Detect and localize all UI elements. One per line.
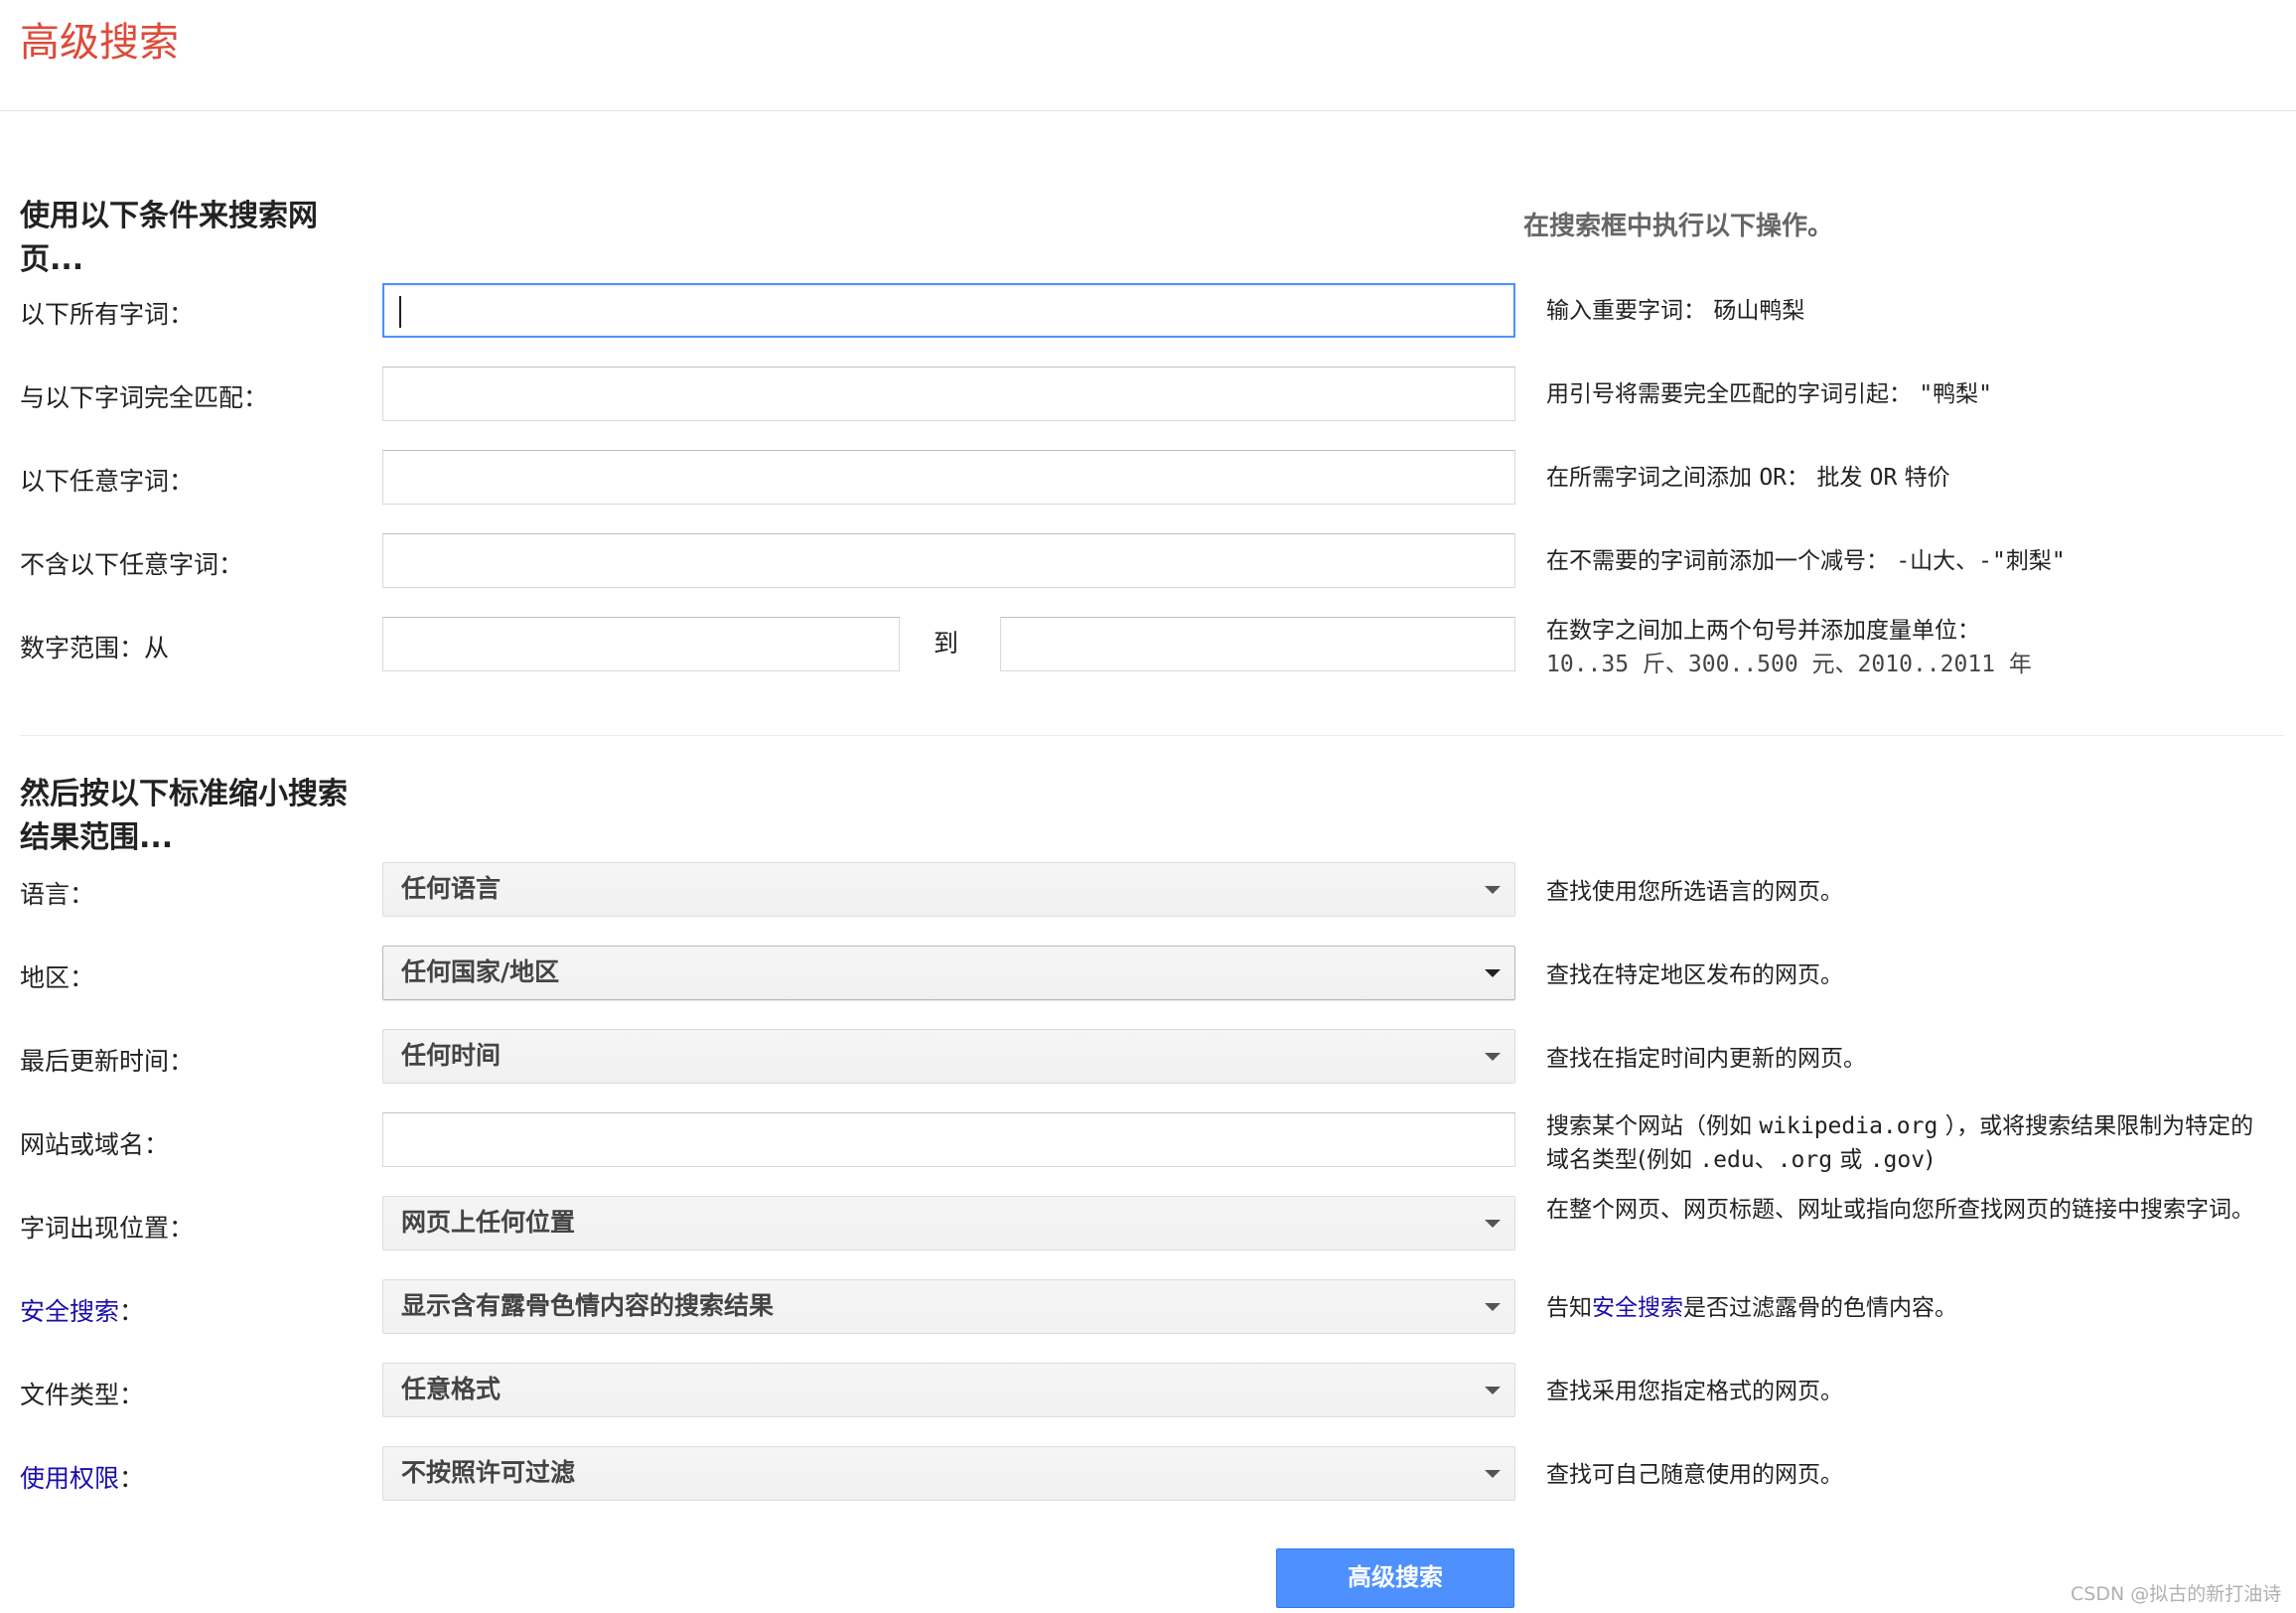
language-label: 语言： bbox=[20, 880, 95, 909]
safesearch-select[interactable]: 显示含有露骨色情内容的搜索结果 bbox=[382, 1279, 1515, 1334]
site-domain-hint-or: 或 bbox=[1839, 1147, 1863, 1173]
site-domain-hint-org: .org bbox=[1777, 1147, 1833, 1173]
any-words-label: 以下任意字词： bbox=[20, 467, 195, 496]
all-words-label: 以下所有字词： bbox=[20, 300, 195, 329]
site-domain-hint-gov: .gov bbox=[1869, 1147, 1926, 1173]
chevron-down-icon bbox=[1485, 969, 1501, 977]
exact-phrase-input[interactable] bbox=[382, 367, 1515, 421]
usage-rights-label-link[interactable]: 使用权限 bbox=[20, 1464, 119, 1493]
all-words-hint-example: 砀山鸭梨 bbox=[1713, 298, 1805, 324]
last-update-label: 最后更新时间： bbox=[20, 1047, 195, 1076]
exact-phrase-hint: 用引号将需要完全匹配的字词引起： "鸭梨" bbox=[1546, 377, 1992, 411]
all-words-hint: 输入重要字词： 砀山鸭梨 bbox=[1546, 294, 1804, 328]
language-select[interactable]: 任何语言 bbox=[382, 862, 1515, 917]
none-words-hint-example: -山大、-"刺梨" bbox=[1896, 548, 2066, 574]
number-range-hint-line1: 在数字之间加上两个句号并添加度量单位： bbox=[1546, 618, 1980, 644]
safesearch-label-link[interactable]: 安全搜索 bbox=[20, 1297, 119, 1326]
usage-rights-hint: 查找可自己随意使用的网页。 bbox=[1546, 1462, 1843, 1488]
site-domain-label: 网站或域名： bbox=[20, 1130, 170, 1159]
number-range-hint-line2: 10..35 斤、300..500 元、2010..2011 年 bbox=[1546, 652, 2032, 677]
advanced-search-button[interactable]: 高级搜索 bbox=[1276, 1548, 1514, 1608]
file-type-select[interactable]: 任意格式 bbox=[382, 1363, 1515, 1417]
region-label: 地区： bbox=[20, 963, 95, 992]
usage-rights-select[interactable]: 不按照许可过滤 bbox=[382, 1446, 1515, 1501]
safesearch-hint: 告知安全搜索是否过滤露骨的色情内容。 bbox=[1546, 1291, 1957, 1325]
none-words-input[interactable] bbox=[382, 533, 1515, 588]
file-type-hint: 查找采用您指定格式的网页。 bbox=[1546, 1379, 1843, 1404]
site-domain-input[interactable] bbox=[382, 1112, 1515, 1167]
safesearch-label-suffix: ： bbox=[119, 1297, 145, 1326]
site-domain-hint-example-site: wikipedia.org bbox=[1759, 1113, 1938, 1139]
chevron-down-icon bbox=[1485, 1387, 1501, 1394]
section2-heading-line2: 结果范围... bbox=[20, 820, 174, 855]
all-words-hint-text: 输入重要字词： bbox=[1546, 298, 1706, 324]
language-hint: 查找使用您所选语言的网页。 bbox=[1546, 879, 1843, 905]
any-words-hint-text: 在所需字词之间添加 bbox=[1546, 465, 1752, 491]
terms-appearing-label: 字词出现位置： bbox=[20, 1214, 195, 1243]
region-hint: 查找在特定地区发布的网页。 bbox=[1546, 962, 1843, 988]
page-title: 高级搜索 bbox=[20, 20, 179, 66]
none-words-label: 不含以下任意字词： bbox=[20, 550, 244, 579]
number-range-hint: 在数字之间加上两个句号并添加度量单位： 10..35 斤、300..500 元、… bbox=[1546, 614, 2032, 681]
terms-appearing-select[interactable]: 网页上任何位置 bbox=[382, 1196, 1515, 1250]
region-selected-value: 任何国家/地区 bbox=[401, 957, 560, 986]
section-heading-narrow-results: 然后按以下标准缩小搜索 结果范围... bbox=[20, 773, 348, 860]
last-update-selected-value: 任何时间 bbox=[401, 1041, 502, 1070]
any-words-hint-example1: 批发 bbox=[1816, 465, 1863, 491]
any-words-hint-colon: ： bbox=[1787, 465, 1810, 491]
site-domain-hint-edu: .edu bbox=[1699, 1147, 1755, 1173]
number-range-label: 数字范围：从 bbox=[20, 634, 170, 662]
header-divider bbox=[0, 110, 2296, 111]
region-select[interactable]: 任何国家/地区 bbox=[382, 946, 1515, 1000]
any-words-hint-or: OR bbox=[1759, 465, 1788, 491]
usage-rights-selected-value: 不按照许可过滤 bbox=[401, 1458, 576, 1487]
exact-phrase-label: 与以下字词完全匹配： bbox=[20, 383, 269, 412]
right-column-heading: 在搜索框中执行以下操作。 bbox=[1523, 212, 1834, 241]
site-domain-hint-part1: 搜索某个网站（例如 bbox=[1546, 1113, 1752, 1139]
section-heading-find-pages: 使用以下条件来搜索网 页... bbox=[20, 195, 318, 282]
site-domain-hint-end: ) bbox=[1925, 1147, 1935, 1173]
safesearch-hint-part1: 告知 bbox=[1546, 1295, 1592, 1321]
any-words-hint-example2: 特价 bbox=[1904, 465, 1950, 491]
chevron-down-icon bbox=[1485, 1220, 1501, 1228]
section-heading-line2: 页... bbox=[20, 242, 84, 277]
section-heading-line1: 使用以下条件来搜索网 bbox=[20, 199, 318, 233]
site-domain-hint: 搜索某个网站（例如 wikipedia.org ），或将搜索结果限制为特定的域名… bbox=[1546, 1109, 2276, 1177]
exact-phrase-hint-example: "鸭梨" bbox=[1919, 381, 1993, 407]
section-divider bbox=[20, 735, 2284, 736]
none-words-hint-text: 在不需要的字词前添加一个减号： bbox=[1546, 548, 1889, 574]
any-words-input[interactable] bbox=[382, 450, 1515, 505]
last-update-select[interactable]: 任何时间 bbox=[382, 1029, 1515, 1084]
terms-appearing-hint: 在整个网页、网页标题、网址或指向您所查找网页的链接中搜索字词。 bbox=[1546, 1197, 2254, 1223]
safesearch-hint-part2: 是否过滤露骨的色情内容。 bbox=[1683, 1295, 1957, 1321]
usage-rights-label: 使用权限： bbox=[20, 1459, 144, 1495]
section2-heading-line1: 然后按以下标准缩小搜索 bbox=[20, 777, 348, 811]
safesearch-hint-link[interactable]: 安全搜索 bbox=[1592, 1295, 1683, 1321]
none-words-hint: 在不需要的字词前添加一个减号： -山大、-"刺梨" bbox=[1546, 544, 2066, 578]
any-words-hint: 在所需字词之间添加 OR： 批发 OR 特价 bbox=[1546, 461, 1950, 495]
all-words-input[interactable] bbox=[382, 283, 1515, 338]
terms-appearing-selected-value: 网页上任何位置 bbox=[401, 1208, 576, 1237]
chevron-down-icon bbox=[1485, 886, 1501, 894]
chevron-down-icon bbox=[1485, 1303, 1501, 1311]
number-range-to-input[interactable] bbox=[1000, 617, 1515, 671]
exact-phrase-hint-text: 用引号将需要完全匹配的字词引起： bbox=[1546, 381, 1912, 407]
last-update-hint: 查找在指定时间内更新的网页。 bbox=[1546, 1046, 1866, 1072]
number-range-to-label: 到 bbox=[933, 629, 959, 658]
site-domain-hint-sep: 、 bbox=[1754, 1147, 1778, 1173]
text-cursor bbox=[399, 296, 401, 328]
chevron-down-icon bbox=[1485, 1053, 1501, 1061]
language-selected-value: 任何语言 bbox=[401, 874, 502, 903]
safesearch-label: 安全搜索： bbox=[20, 1292, 144, 1328]
watermark: CSDN @拟古的新打油诗 bbox=[2071, 1583, 2282, 1605]
safesearch-selected-value: 显示含有露骨色情内容的搜索结果 bbox=[401, 1291, 775, 1320]
usage-rights-label-suffix: ： bbox=[119, 1464, 145, 1493]
number-range-from-input[interactable] bbox=[382, 617, 900, 671]
chevron-down-icon bbox=[1485, 1470, 1501, 1478]
any-words-hint-or2: OR bbox=[1869, 465, 1898, 491]
file-type-label: 文件类型： bbox=[20, 1381, 145, 1409]
file-type-selected-value: 任意格式 bbox=[401, 1375, 502, 1403]
